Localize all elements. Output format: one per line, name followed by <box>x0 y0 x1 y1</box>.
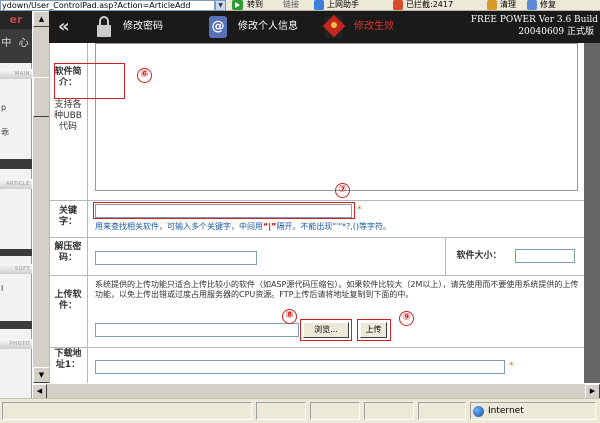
software-size-input[interactable] <box>515 249 575 263</box>
blocked-count[interactable]: 已拦截:2417 <box>406 0 453 10</box>
scroll-up-arrow-icon[interactable]: ▲ <box>33 11 50 27</box>
annotation-box-intro <box>54 63 125 99</box>
security-zone-label: Internet <box>488 406 524 416</box>
sidebar-panel-article: ARTICLE <box>0 169 32 249</box>
repair-button[interactable]: 修复 <box>540 0 556 10</box>
sidebar-tab-main[interactable]: MAIN <box>0 69 32 79</box>
page-header: « 修改密码 @ 修改个人信息 修改生效 FREE POWER Ver 3.6 … <box>49 11 600 43</box>
horizontal-scrollbar[interactable]: ◀ ▶ <box>32 383 600 399</box>
version-text: FREE POWER Ver 3.6 Build <box>470 15 598 25</box>
status-bar: Internet <box>0 398 600 423</box>
browser-toolbar: ydown/User_ControlPad.asp?Action=Article… <box>0 0 600 11</box>
internet-globe-icon <box>473 406 484 417</box>
scroll-left-arrow-icon[interactable]: ◀ <box>32 384 47 399</box>
annotation-number-6: ⑥ <box>137 68 152 83</box>
right-frame-edge <box>584 43 600 398</box>
helper-icon <box>314 0 324 10</box>
scrollbar-thumb[interactable] <box>33 77 50 117</box>
unzip-password-input[interactable] <box>95 251 257 265</box>
keyword-hint: 用来查找相关软件，可输入多个关键字，中间用“|”隔开。不能出现"'"*?,()等… <box>95 222 392 231</box>
left-sidebar: er 中 心 MAIN p 乖 ARTICLE SOFT l PHOTO <box>0 11 32 398</box>
sidebar-item[interactable]: 乖 <box>1 127 9 138</box>
upload-label: 上传软件： <box>54 290 82 311</box>
sidebar-tab-article[interactable]: ARTICLE <box>0 179 32 189</box>
intro-textarea[interactable] <box>95 43 578 191</box>
keyword-label: 关键字： <box>58 206 77 227</box>
annotation-box-browse <box>300 319 352 341</box>
user-center-label: 中 心 <box>1 38 31 49</box>
annotation-box-upload <box>357 319 391 341</box>
links-label[interactable]: 链接 <box>283 0 299 10</box>
status-pane <box>418 402 466 420</box>
scroll-down-arrow-icon[interactable]: ▼ <box>33 367 50 383</box>
change-password-link[interactable]: 修改密码 <box>123 21 163 33</box>
annotation-box-keyword <box>93 202 355 219</box>
address-bar[interactable]: ydown/User_ControlPad.asp?Action=Article… <box>0 0 215 11</box>
sidebar-panel-photo: PHOTO <box>0 329 32 398</box>
version-date: 20040609 正式版 <box>518 27 594 37</box>
go-button[interactable]: 转到 <box>247 0 263 10</box>
annotation-number-9: ⑨ <box>399 311 414 326</box>
sidebar-tab-photo[interactable]: PHOTO <box>0 339 32 349</box>
broom-icon <box>487 0 497 10</box>
sidebar-scrollbar[interactable]: ▲ ▼ <box>32 11 50 398</box>
helper-button[interactable]: 上网助手 <box>327 0 359 10</box>
go-arrow-icon[interactable] <box>232 0 243 10</box>
sidebar-panel-soft: SOFT l <box>0 256 32 321</box>
lock-icon <box>95 16 113 38</box>
required-star: * <box>509 361 514 371</box>
annotation-number-7: ⑦ <box>335 183 350 198</box>
status-pane <box>364 402 414 420</box>
sidebar-panel-main: MAIN p 乖 <box>0 63 32 159</box>
status-pane <box>256 402 306 420</box>
download-url-label: 下载地址1： <box>54 349 82 370</box>
status-pane-main <box>2 402 252 420</box>
scroll-right-arrow-icon[interactable]: ▶ <box>585 384 600 399</box>
sidebar-item[interactable]: l <box>1 284 3 293</box>
unzip-password-label: 解压密码： <box>54 242 82 263</box>
upload-file-input[interactable] <box>95 323 299 337</box>
status-pane <box>310 402 360 420</box>
required-star: * <box>357 205 362 215</box>
edit-profile-link[interactable]: 修改个人信息 <box>238 21 298 33</box>
intro-ubb-note: 支持各种UBB代码 <box>54 100 82 132</box>
download-url-input[interactable] <box>95 360 505 374</box>
repair-icon <box>527 0 537 10</box>
sidebar-tab-soft[interactable]: SOFT <box>0 264 32 274</box>
sidebar-item[interactable]: p <box>1 103 6 112</box>
popup-blocker-icon <box>393 0 403 10</box>
clean-button[interactable]: 清理 <box>500 0 516 10</box>
at-sign-icon: @ <box>209 16 227 38</box>
annotation-number-8: ⑧ <box>282 309 297 324</box>
site-logo: er <box>0 11 32 29</box>
software-size-label: 软件大小： <box>456 251 502 261</box>
edit-info-link[interactable]: 修改生效 <box>354 21 394 33</box>
content-area: 软件简介： 支持各种UBB代码 关键字： * 用来查找相关软件，可输入多个关键字… <box>49 43 584 398</box>
back-chevron-icon[interactable]: « <box>58 18 70 36</box>
address-dropdown-icon[interactable]: ▼ <box>215 0 226 11</box>
upload-description: 系统提供的上传功能只适合上传比较小的软件（如ASP源代码压缩包）。如果软件比较大… <box>95 280 579 299</box>
heart-icon <box>325 16 343 38</box>
